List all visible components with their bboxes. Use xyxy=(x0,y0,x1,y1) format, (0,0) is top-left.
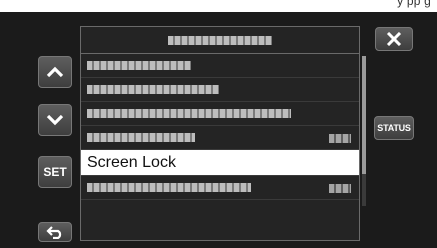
set-button[interactable]: SET xyxy=(38,156,72,188)
menu-item-value-obscured xyxy=(329,184,351,193)
close-icon xyxy=(386,32,402,46)
close-button[interactable] xyxy=(375,27,413,51)
menu-item-label-obscured xyxy=(87,133,195,142)
menu-panel: Screen Lock xyxy=(80,26,360,241)
menu-item[interactable] xyxy=(81,102,359,126)
menu-item-screen-lock[interactable]: Screen Lock xyxy=(81,150,359,176)
menu-item-value-obscured xyxy=(329,134,351,143)
menu-item-label-obscured xyxy=(87,183,251,192)
menu-item[interactable] xyxy=(81,176,359,200)
menu-item-label: Screen Lock xyxy=(87,154,176,171)
menu-item[interactable] xyxy=(81,78,359,102)
menu-item-label-obscured xyxy=(87,61,191,70)
scroll-down-button[interactable] xyxy=(38,104,72,136)
menu-item-label-obscured xyxy=(87,109,291,118)
scrollbar-thumb[interactable] xyxy=(362,56,366,174)
scroll-up-button[interactable] xyxy=(38,56,72,88)
menu-title xyxy=(81,27,359,54)
menu-item[interactable] xyxy=(81,54,359,78)
page-top-text: y pp g xyxy=(397,0,431,8)
camera-screen: SET Screen Lock STATUS xyxy=(0,12,437,248)
menu-item-label-obscured xyxy=(87,85,219,94)
back-button[interactable] xyxy=(38,222,72,242)
back-arrow-icon xyxy=(46,226,62,239)
status-button[interactable]: STATUS xyxy=(374,116,414,140)
chevron-up-icon xyxy=(46,66,64,78)
status-button-label: STATUS xyxy=(377,123,411,133)
menu-item[interactable] xyxy=(81,126,359,150)
chevron-down-icon xyxy=(46,114,64,126)
menu-title-obscured xyxy=(168,35,272,45)
set-button-label: SET xyxy=(43,165,67,179)
